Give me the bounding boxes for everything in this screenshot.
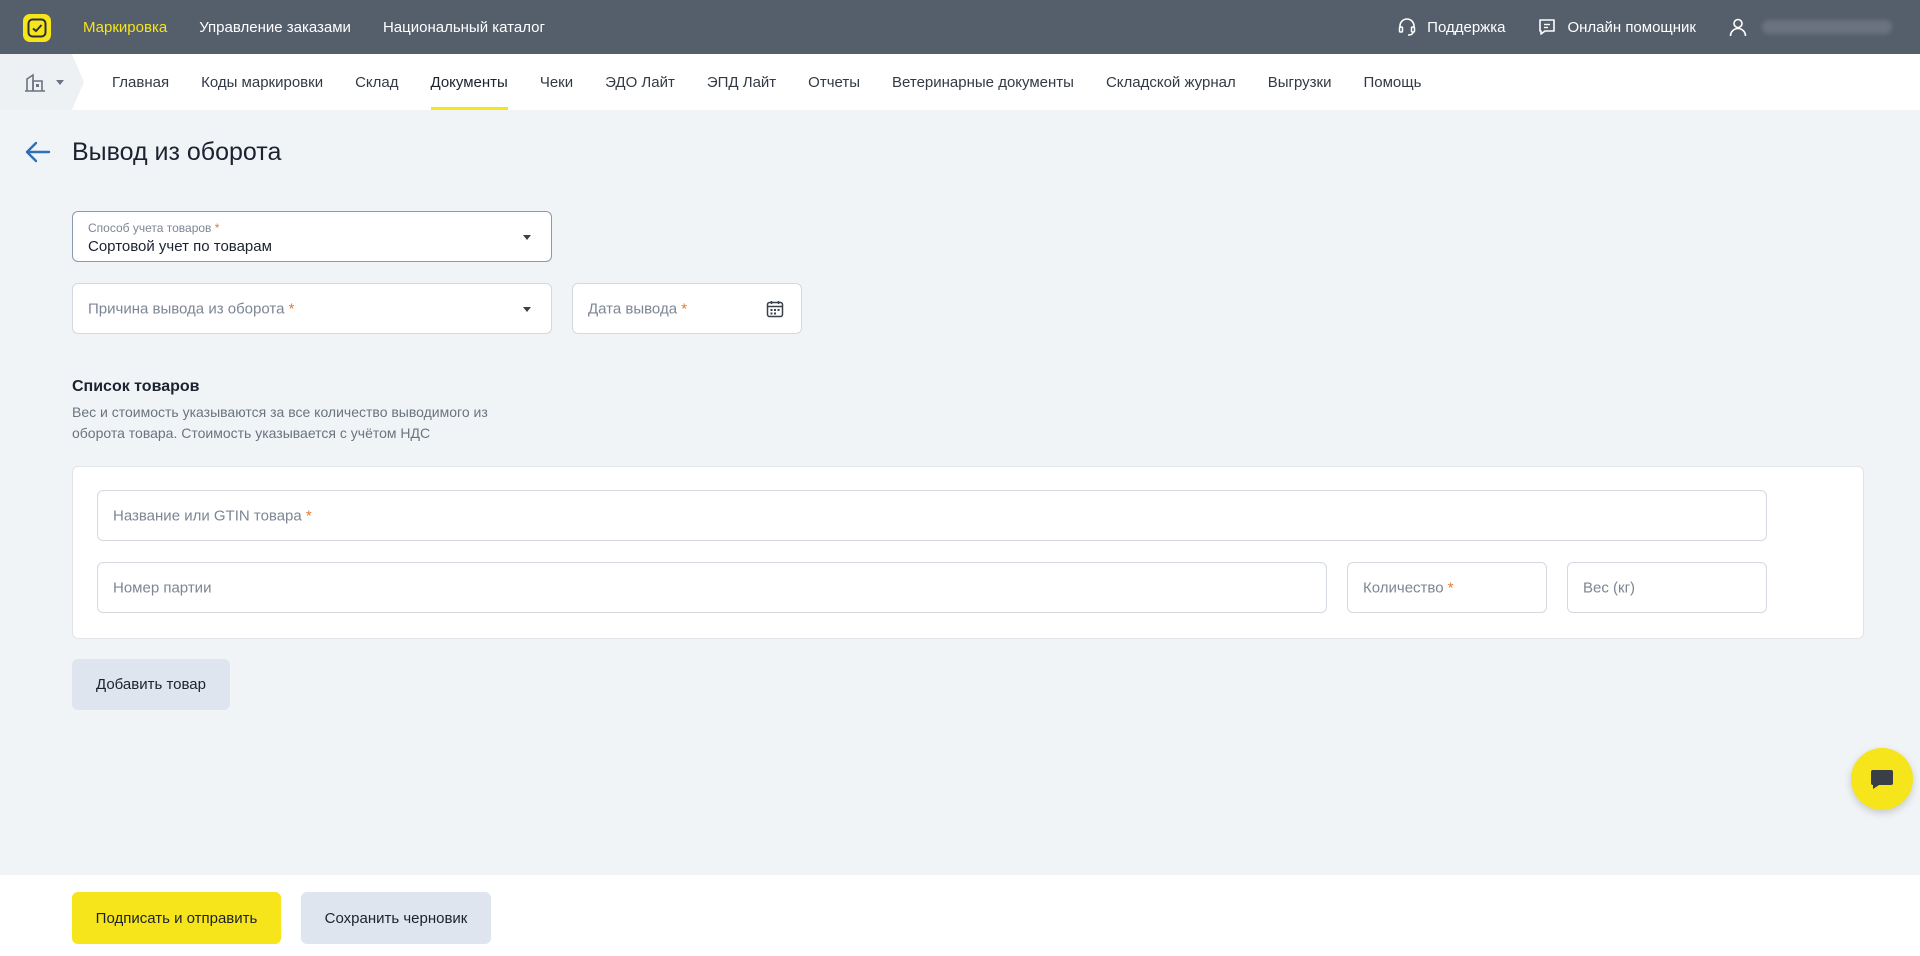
assistant-link[interactable]: Онлайн помощник <box>1537 17 1696 37</box>
tab-vet-documents[interactable]: Ветеринарные документы <box>892 54 1074 110</box>
user-icon[interactable] <box>1728 17 1748 37</box>
batch-number-input[interactable]: Номер партии <box>97 562 1327 613</box>
section-tabs: Главная Коды маркировки Склад Документы … <box>112 54 1453 110</box>
date-field[interactable]: Дата вывода * <box>572 283 802 334</box>
save-draft-button[interactable]: Сохранить черновик <box>301 892 491 944</box>
chat-bubble-icon <box>1539 19 1556 35</box>
bottom-action-bar: Подписать и отправить Сохранить черновик <box>0 875 1920 956</box>
date-placeholder: Дата вывода * <box>588 300 688 317</box>
accounting-method-value: Сортовой учет по товарам <box>88 238 272 255</box>
organization-icon <box>25 73 45 92</box>
back-arrow-icon[interactable] <box>24 140 52 164</box>
tab-reports[interactable]: Отчеты <box>808 54 860 110</box>
chevron-down-icon <box>523 234 531 240</box>
tab-exports[interactable]: Выгрузки <box>1268 54 1332 110</box>
quantity-placeholder: Количество * <box>1363 579 1454 596</box>
add-product-button[interactable]: Добавить товар <box>72 659 230 710</box>
top-nav-catalog[interactable]: Национальный каталог <box>383 19 545 36</box>
product-name-input[interactable]: Название или GTIN товара * <box>97 490 1767 541</box>
section-nav: Главная Коды маркировки Склад Документы … <box>0 54 1920 110</box>
tab-main[interactable]: Главная <box>112 54 169 110</box>
tab-marking-codes[interactable]: Коды маркировки <box>201 54 323 110</box>
accounting-method-select[interactable]: Способ учета товаров * Сортовой учет по … <box>72 211 552 262</box>
logo-icon[interactable] <box>23 14 51 42</box>
top-right-actions: Поддержка Онлайн помощник <box>1397 0 1920 54</box>
tab-receipts[interactable]: Чеки <box>540 54 573 110</box>
weight-placeholder: Вес (кг) <box>1583 579 1636 596</box>
reason-select[interactable]: Причина вывода из оборота * <box>72 283 552 334</box>
goods-section-description: Вес и стоимость указываются за все колич… <box>72 404 488 441</box>
calendar-icon[interactable] <box>765 299 785 319</box>
tab-warehouse[interactable]: Склад <box>355 54 398 110</box>
support-label: Поддержка <box>1427 18 1506 36</box>
top-nav-orders[interactable]: Управление заказами <box>199 19 351 36</box>
top-bar: Маркировка Управление заказами Националь… <box>0 0 1920 54</box>
tab-warehouse-journal[interactable]: Складской журнал <box>1106 54 1236 110</box>
chevron-down-icon <box>56 79 64 85</box>
top-nav: Маркировка Управление заказами Националь… <box>83 0 577 54</box>
tab-epd-lite[interactable]: ЭПД Лайт <box>707 54 776 110</box>
tab-documents[interactable]: Документы <box>430 54 509 110</box>
chat-icon <box>1871 770 1893 789</box>
headset-icon <box>1398 18 1416 36</box>
user-name-redacted[interactable] <box>1762 20 1892 34</box>
tab-edo-lite[interactable]: ЭДО Лайт <box>605 54 675 110</box>
weight-input[interactable]: Вес (кг) <box>1567 562 1767 613</box>
sign-and-send-button[interactable]: Подписать и отправить <box>72 892 281 944</box>
chat-button[interactable] <box>1851 748 1913 810</box>
reason-placeholder: Причина вывода из оборота * <box>88 300 295 317</box>
support-link[interactable]: Поддержка <box>1397 17 1505 37</box>
goods-section-title: Список товаров <box>72 378 200 395</box>
assistant-label: Онлайн помощник <box>1567 18 1696 36</box>
tab-help[interactable]: Помощь <box>1363 54 1421 110</box>
product-name-placeholder: Название или GTIN товара * <box>113 507 312 524</box>
batch-number-placeholder: Номер партии <box>113 579 212 596</box>
chevron-down-icon <box>523 306 531 312</box>
top-nav-marking[interactable]: Маркировка <box>83 19 167 36</box>
org-switcher[interactable] <box>0 54 84 110</box>
quantity-input[interactable]: Количество * <box>1347 562 1547 613</box>
page-title: Вывод из оборота <box>72 138 282 166</box>
accounting-method-label: Способ учета товаров * <box>88 221 220 235</box>
